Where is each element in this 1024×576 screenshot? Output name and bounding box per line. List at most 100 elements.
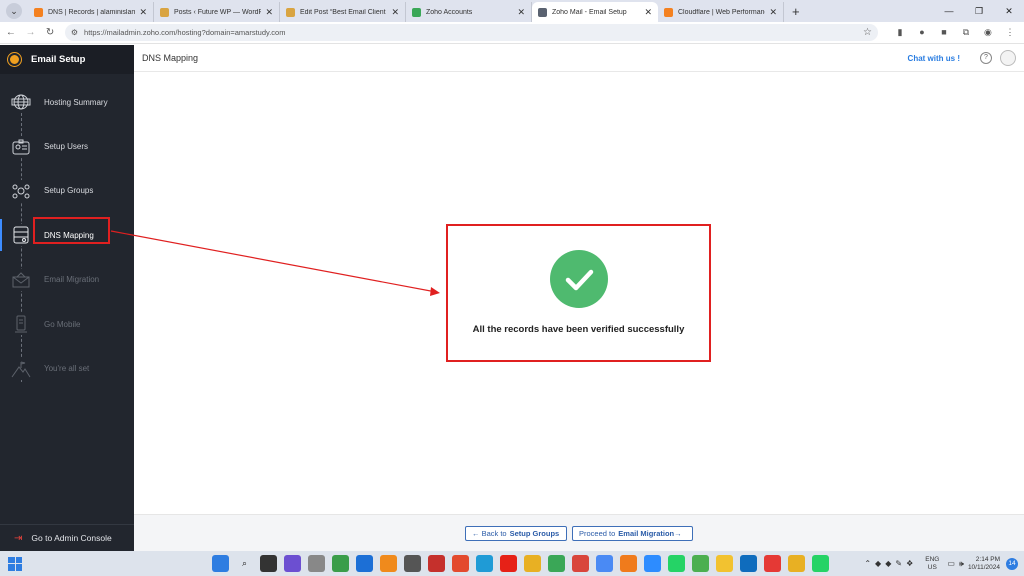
wordpress-icon [160,7,169,17]
site-settings-icon[interactable]: ⚙ [71,28,78,37]
start-menu-icon[interactable] [212,555,229,572]
chrome-icon[interactable] [548,555,565,572]
extension-icon[interactable]: ● [914,27,930,39]
tray-chevron-icon[interactable]: ⌃ [864,559,871,568]
tray-app-icon[interactable]: ✎ [895,559,902,568]
help-icon[interactable]: ? [980,52,992,64]
back-arrow-icon[interactable]: ← [2,27,20,38]
edge-icon[interactable] [476,555,493,572]
extension-icon[interactable]: ■ [936,27,952,39]
puzzle-icon[interactable]: ⧉ [958,27,974,39]
browser-tab[interactable]: Edit Post “Best Email Client For ✕ [280,2,406,22]
setup-sidebar: Email Setup Hosting Summary Setup Users … [0,45,134,551]
browser-tab[interactable]: Cloudflare | Web Performance & ✕ [658,2,784,22]
profile-avatar-icon[interactable]: ◉ [980,27,996,39]
folder-icon[interactable] [716,555,733,572]
whatsapp-icon[interactable] [668,555,685,572]
tab-search-icon[interactable]: ⌄ [6,3,22,19]
windows-start-icon[interactable] [8,556,22,571]
close-window-icon[interactable]: ✕ [994,0,1024,22]
whatsapp-icon[interactable] [812,555,829,572]
back-button[interactable]: ← Back to Setup Groups [465,526,567,541]
chat-app-icon[interactable] [284,555,301,572]
chrome-icon[interactable] [572,555,589,572]
wizard-footer: ← Back to Setup Groups Proceed to Email … [134,514,1024,551]
browser-tab-strip: ⌄ DNS | Records | alaminislam.m ✕ Posts … [0,0,1024,22]
app-icon[interactable] [428,555,445,572]
step-label: You're all set [44,364,90,374]
search-icon[interactable]: ⌕ [236,555,253,572]
tab-title: Zoho Mail - Email Setup [552,8,627,16]
step-setup-users[interactable]: Setup Users [0,124,134,168]
bookmark-star-icon[interactable]: ☆ [863,27,872,38]
admin-console-link[interactable]: ⇥ Go to Admin Console [0,524,134,551]
proceed-button[interactable]: Proceed to Email Migration → [572,526,693,541]
outlook-icon[interactable] [740,555,757,572]
firefox-icon[interactable] [620,555,637,572]
close-icon[interactable]: ✕ [265,7,273,18]
step-label: Email Migration [44,275,100,285]
app-icon[interactable] [404,555,421,572]
anydesk-icon[interactable] [764,555,781,572]
mobile-icon [10,313,32,336]
close-icon[interactable]: ✕ [391,7,399,18]
app-icon[interactable] [692,555,709,572]
app-icon[interactable] [452,555,469,572]
tray-app-icon[interactable]: ◆ [885,559,891,568]
step-setup-groups[interactable]: Setup Groups [0,169,134,213]
user-card-icon [10,135,32,158]
step-all-set[interactable]: You're all set [0,346,134,390]
close-icon[interactable]: ✕ [644,7,652,18]
arrow-right-icon: → [674,529,682,538]
zoom-icon[interactable] [644,555,661,572]
cloudflare-icon [34,7,43,17]
step-hosting-summary[interactable]: Hosting Summary [0,80,134,124]
language-indicator[interactable]: ENG US [925,556,939,572]
forward-arrow-icon[interactable]: → [22,27,40,38]
next-prefix: Proceed to [579,529,616,538]
cloudflare-icon [664,7,673,17]
app-icon[interactable] [332,555,349,572]
app-icon[interactable] [308,555,325,572]
browser-tab[interactable]: Zoho Accounts ✕ [406,2,532,22]
close-icon[interactable]: ✕ [139,7,147,18]
close-icon[interactable]: ✕ [517,7,525,18]
network-icon[interactable]: ▭ [947,559,955,568]
task-view-icon[interactable] [260,555,277,572]
arrow-left-icon: ← [472,529,482,538]
clock[interactable]: 2:14 PM 10/11/2024 [968,556,1000,572]
tray-app-icon[interactable]: ◆ [875,559,881,568]
close-icon[interactable]: ✕ [769,7,777,18]
app-icon[interactable] [380,555,397,572]
chrome-icon[interactable] [524,555,541,572]
admin-console-label: Go to Admin Console [31,533,112,543]
minimize-icon[interactable]: — [934,0,964,22]
chat-link[interactable]: Chat with us ! [908,54,960,63]
browser-tab[interactable]: Posts ‹ Future WP — WordPress ✕ [154,2,280,22]
extension-icon[interactable]: ▮ [892,27,908,39]
step-go-mobile[interactable]: Go Mobile [0,302,134,346]
app-icon[interactable] [356,555,373,572]
reload-icon[interactable]: ↻ [41,27,59,38]
zoho-mail-icon [538,7,547,17]
url-input[interactable]: ⚙ https://mailadmin.zoho.com/hosting?dom… [64,24,878,41]
dropbox-icon[interactable]: ❖ [906,559,913,568]
zoho-icon [412,7,421,17]
volume-icon[interactable]: 🕪 [959,559,964,569]
wordpress-icon [286,7,295,17]
step-email-migration[interactable]: Email Migration [0,258,134,302]
browser-tab-active[interactable]: Zoho Mail - Email Setup ✕ [532,2,658,22]
app-icon[interactable] [788,555,805,572]
restore-icon[interactable]: ❐ [964,0,994,22]
notification-badge[interactable]: 14 [1006,557,1018,570]
taskbar-apps: ⌕ [212,555,836,572]
browser-tab[interactable]: DNS | Records | alaminislam.m ✕ [28,2,154,22]
youtube-icon[interactable] [500,555,517,572]
new-tab-icon[interactable]: + [792,4,800,19]
chrome-icon[interactable] [596,555,613,572]
kebab-menu-icon[interactable]: ⋮ [1002,27,1018,39]
verification-highlight-box: All the records have been verified succe… [446,224,711,362]
step-label: Hosting Summary [44,97,108,107]
success-check-icon [550,250,608,308]
avatar[interactable] [1000,50,1016,66]
